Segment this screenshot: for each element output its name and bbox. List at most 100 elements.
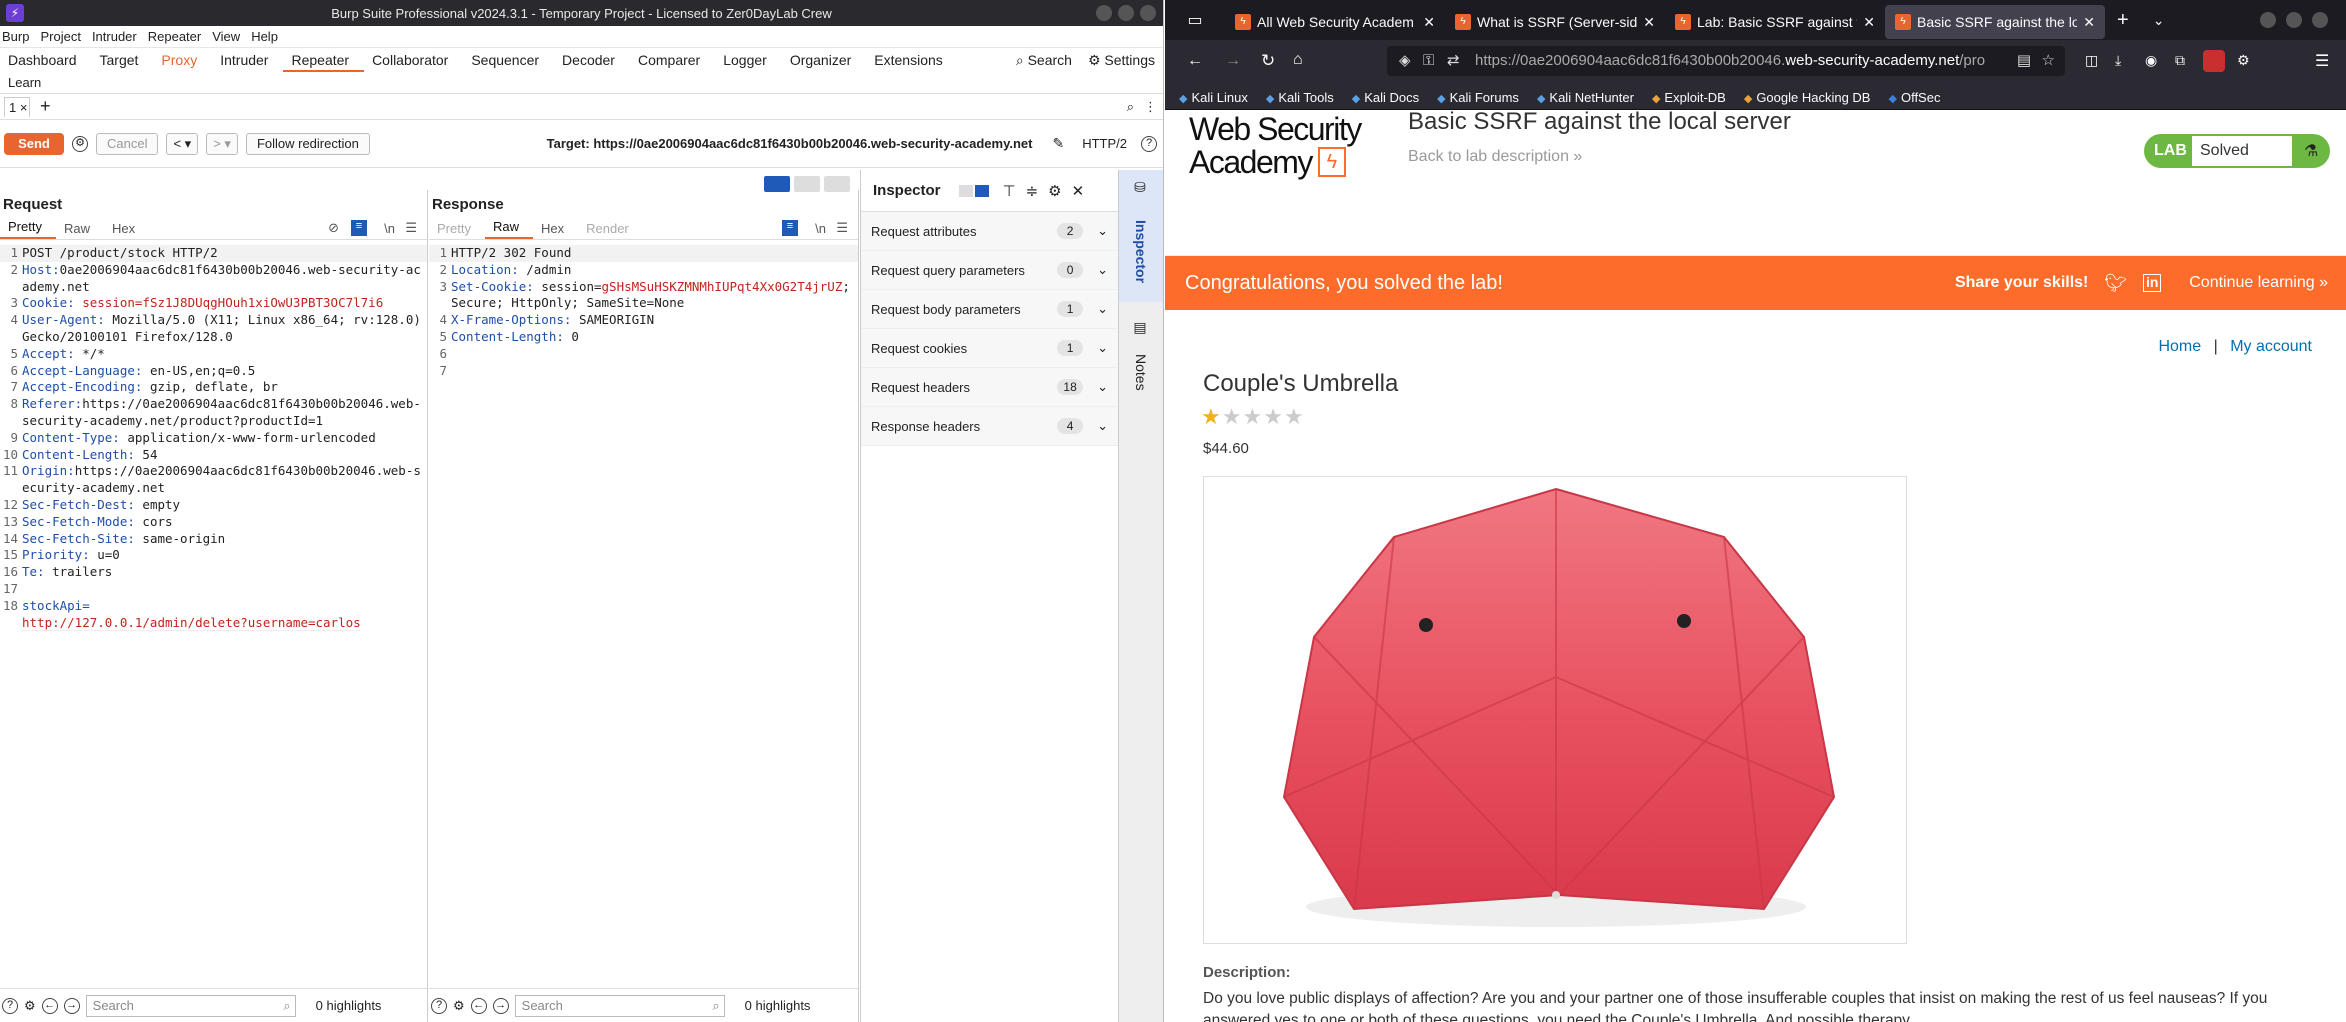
gear-icon[interactable]: ⚙ [24,998,36,1014]
next-match-icon[interactable]: → [63,997,80,1014]
tool-tab-logger[interactable]: Logger [715,48,782,72]
close-window-icon[interactable] [2312,12,2328,28]
more-menu-icon[interactable]: ⋮ [1144,99,1157,115]
tab-pretty[interactable]: Pretty [0,219,56,239]
minimize-icon[interactable] [1096,5,1112,21]
reload-icon[interactable]: ↻ [1261,51,1275,71]
academy-logo[interactable]: Web Security Academy ϟ [1189,110,1362,178]
newline-toggle[interactable]: \n [815,221,826,236]
list-tabs-icon[interactable]: ⌄ [2153,12,2165,29]
settings-gear-icon[interactable]: ⚙ [72,135,88,152]
close-icon[interactable]: ✕ [1072,182,1085,200]
back-to-lab-description-link[interactable]: Back to lab description » [1408,148,1582,166]
pocket-icon[interactable]: ◫ [2085,52,2098,69]
minimize-icon[interactable] [2260,12,2276,28]
inspector-row[interactable]: Request body parameters 1 ⌄ [861,290,1118,329]
pane-menu-icon[interactable]: ☰ [405,220,417,236]
align-center-icon[interactable]: ≑ [1026,182,1039,200]
close-tab-icon[interactable]: ✕ [2083,14,2095,31]
forward-button[interactable]: > ▾ [206,132,238,155]
response-editor[interactable]: 1 HTTP/2 302 Found 2 Location: /admin 3 Set-C… [429,240,858,379]
send-button[interactable]: Send [4,132,64,155]
bookmark-item[interactable]: ◆ Kali Linux [1179,90,1248,105]
side-tab-inspector[interactable]: Inspector [1133,220,1149,283]
inspector-row[interactable]: Response headers 4 ⌄ [861,407,1118,446]
learn-tab[interactable]: Learn [0,72,1163,94]
tool-tab-comparer[interactable]: Comparer [630,48,715,72]
tracking-shield-icon[interactable]: ◈ [1399,46,1411,76]
maximize-icon[interactable] [1118,5,1134,21]
back-button[interactable]: < ▾ [166,132,199,155]
next-match-icon[interactable]: → [492,997,509,1014]
side-tab-notes[interactable]: Notes [1133,354,1149,391]
help-icon[interactable]: ? [431,997,447,1014]
extensions-icon[interactable]: ⧉ [2175,52,2185,69]
tool-tab-intruder[interactable]: Intruder [212,48,283,72]
back-icon[interactable]: ← [1187,52,1203,70]
wrap-icon[interactable]: ≡ [782,220,798,236]
tool-tab-target[interactable]: Target [92,48,154,72]
bookmark-item[interactable]: ◆ Kali Tools [1266,90,1334,105]
tab-raw[interactable]: Raw [56,221,104,239]
chevron-down-icon[interactable]: ⌄ [1097,379,1108,395]
tab-overview-icon[interactable]: ▭ [1165,10,1225,30]
chevron-down-icon[interactable]: ⌄ [1097,262,1108,278]
search-button[interactable]: ⌕ Search [1016,52,1072,69]
inspector-row[interactable]: Request headers 18 ⌄ [861,368,1118,407]
tool-tab-collaborator[interactable]: Collaborator [364,48,463,72]
tab-render[interactable]: Render [578,221,643,239]
continue-learning-link[interactable]: Continue learning » [2189,274,2328,292]
maximize-icon[interactable] [2286,12,2302,28]
wrap-icon[interactable]: ≡ [351,220,367,236]
response-search-input[interactable]: Search ⌕ [514,994,725,1017]
chevron-down-icon[interactable]: ⌄ [1097,418,1108,434]
browser-tab[interactable]: ϟ Basic SSRF against the lo ✕ [1885,5,2105,39]
close-tab-icon[interactable]: ✕ [1643,14,1655,31]
menu-help[interactable]: Help [251,29,287,44]
tab-hex[interactable]: Hex [533,221,578,239]
request-editor[interactable]: 1 POST /product/stock HTTP/2 2 Host:0ae2006… [0,240,427,632]
my-account-link[interactable]: My account [2230,338,2312,355]
browser-tab[interactable]: ϟ What is SSRF (Server-side ✕ [1445,5,1665,39]
tool-tab-dashboard[interactable]: Dashboard [0,48,92,72]
extension-avatar-icon[interactable] [2203,50,2225,72]
prev-match-icon[interactable]: ← [41,997,58,1014]
bookmark-star-icon[interactable]: ☆ [2042,46,2055,76]
tool-tab-proxy[interactable]: Proxy [153,48,212,72]
tab-hex[interactable]: Hex [104,221,149,239]
account-icon[interactable]: ◉ [2145,52,2157,69]
tab-pretty[interactable]: Pretty [429,221,485,239]
lock-icon[interactable]: ⚿ [1423,46,1434,76]
menu-project[interactable]: Project [40,29,89,44]
downloads-icon[interactable]: ⤓ [2115,52,2121,69]
permissions-icon[interactable]: ⇄ [1447,46,1460,76]
help-icon[interactable]: ? [2,997,18,1014]
tool-tab-organizer[interactable]: Organizer [782,48,866,72]
align-top-icon[interactable]: ⊤ [1003,182,1016,200]
browser-tab[interactable]: ϟ All Web Security Academ ✕ [1225,5,1445,39]
url-bar[interactable]: ◈ ⚿ ⇄ https://0ae2006904aac6dc81f6430b00… [1387,46,2065,76]
inspector-row[interactable]: Request attributes 2 ⌄ [861,212,1118,251]
edit-target-pencil-icon[interactable]: ✎ [1052,135,1064,152]
app-menu-icon[interactable]: ☰ [2315,51,2329,71]
twitter-icon[interactable]: 🐦︎ [2104,273,2127,294]
bookmark-item[interactable]: ◆ Exploit-DB [1652,90,1726,105]
bookmark-item[interactable]: ◆ Kali Forums [1437,90,1519,105]
prev-match-icon[interactable]: ← [470,997,487,1014]
search-icon[interactable]: ⌕ [1127,99,1134,115]
reader-icon[interactable]: ▤ [2017,46,2031,76]
chevron-down-icon[interactable]: ⌄ [1097,340,1108,356]
bookmark-item[interactable]: ◆ Kali Docs [1352,90,1419,105]
chevron-down-icon[interactable]: ⌄ [1097,223,1108,239]
home-icon[interactable]: ⌂ [1293,51,1303,69]
bookmark-item[interactable]: ◆ Google Hacking DB [1744,90,1871,105]
hide-eye-icon[interactable]: ⊘ [328,220,339,236]
newline-toggle[interactable]: \n [384,221,395,236]
home-link[interactable]: Home [2158,338,2201,355]
inspector-row[interactable]: Request query parameters 0 ⌄ [861,251,1118,290]
extension-icon[interactable]: ⚙ [2237,52,2250,69]
tool-tab-decoder[interactable]: Decoder [554,48,630,72]
inspector-layout-active-icon[interactable] [974,184,989,197]
cancel-button[interactable]: Cancel [96,132,159,155]
inspector-layout-icon[interactable] [958,184,973,197]
